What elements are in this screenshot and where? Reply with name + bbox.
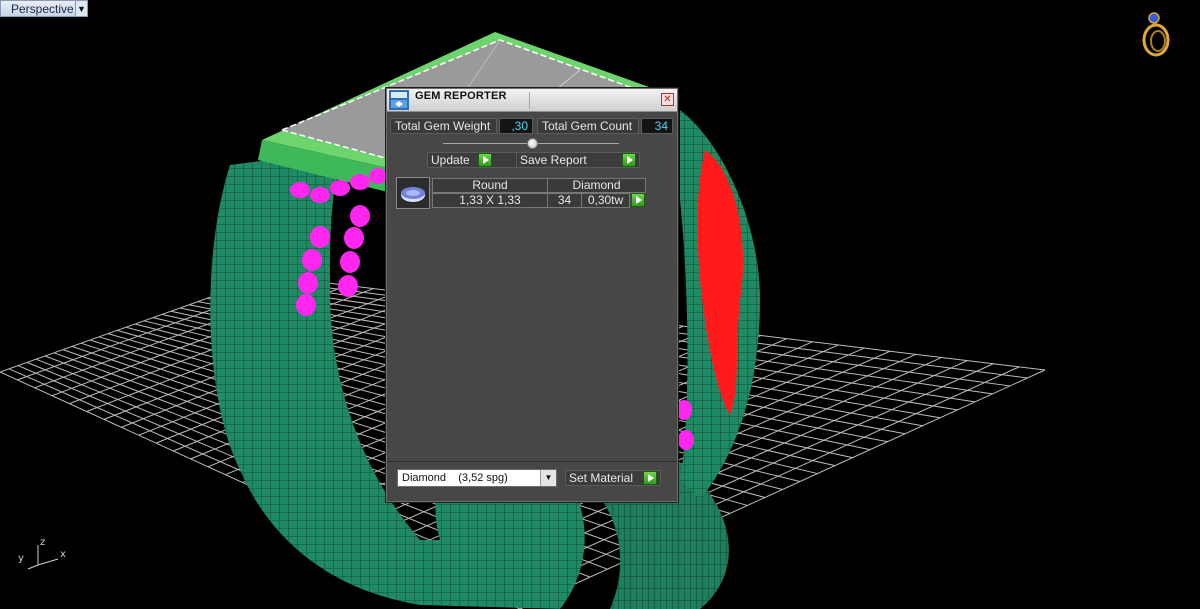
ring-logo-icon bbox=[1142, 12, 1170, 57]
total-gem-weight-value: ,30 bbox=[499, 118, 533, 134]
total-gem-count-value: 34 bbox=[641, 118, 673, 134]
perspective-viewport[interactable]: Perspective ▼ y z x GEM REPORTER ✕ Total… bbox=[0, 0, 1200, 609]
gem-reporter-window[interactable]: GEM REPORTER ✕ Total Gem Weight ,30 Tota… bbox=[386, 88, 678, 502]
total-gem-weight-label: Total Gem Weight bbox=[390, 118, 497, 134]
set-material-go-icon[interactable] bbox=[643, 471, 657, 485]
material-select[interactable]: Diamond (3,52 spg) ▼ bbox=[397, 469, 557, 487]
save-report-go-icon[interactable] bbox=[622, 153, 636, 167]
total-gem-count-label: Total Gem Count bbox=[537, 118, 639, 134]
viewport-menu-arrow-icon[interactable]: ▼ bbox=[75, 1, 87, 16]
update-go-icon[interactable] bbox=[478, 153, 492, 167]
gem-shape-cell: Round bbox=[432, 178, 548, 193]
chevron-down-icon[interactable]: ▼ bbox=[540, 470, 556, 486]
gem-size-cell: 1,33 X 1,33 bbox=[432, 193, 548, 208]
axis-indicator: y z x bbox=[16, 535, 76, 575]
gem-material-cell: Diamond bbox=[547, 178, 646, 193]
viewport-title: Perspective bbox=[11, 1, 74, 16]
gem-count-cell: 34 bbox=[547, 193, 582, 208]
axis-y-label: y bbox=[18, 553, 24, 564]
close-icon[interactable]: ✕ bbox=[661, 93, 674, 106]
gem-select-go-icon[interactable] bbox=[631, 193, 645, 207]
window-title: GEM REPORTER bbox=[415, 90, 507, 102]
axis-z-label: z bbox=[40, 537, 46, 548]
gem-weight-cell: 0,30tw bbox=[581, 193, 630, 208]
gem-list: Round Diamond 1,33 X 1,33 34 0,30tw bbox=[395, 177, 671, 455]
axis-lines-icon bbox=[27, 545, 59, 570]
update-button[interactable]: Update bbox=[427, 152, 517, 168]
footer-divider bbox=[387, 461, 677, 462]
gem-reporter-app-icon bbox=[389, 90, 409, 110]
round-gem-thumbnail[interactable] bbox=[396, 177, 430, 209]
titlebar-divider bbox=[529, 92, 530, 109]
viewport-title-tab[interactable]: Perspective ▼ bbox=[0, 0, 88, 17]
axis-x-label: x bbox=[60, 549, 66, 560]
slider-knob[interactable] bbox=[527, 138, 538, 149]
round-gem-icon bbox=[401, 187, 425, 202]
material-select-value: Diamond (3,52 spg) bbox=[402, 472, 508, 484]
gem-reporter-titlebar[interactable]: GEM REPORTER ✕ bbox=[387, 89, 677, 112]
